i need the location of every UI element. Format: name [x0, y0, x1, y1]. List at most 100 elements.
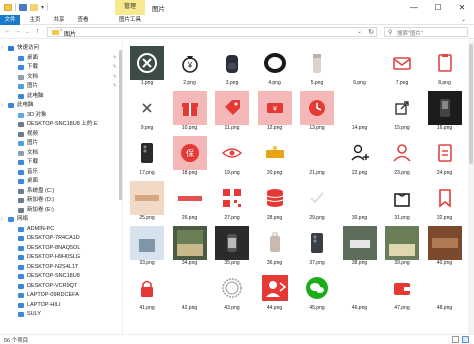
tab-home[interactable]: 主页 [26, 15, 44, 25]
file-item[interactable]: 45.png [296, 269, 338, 313]
up-arrow-icon[interactable]: ↑ [33, 27, 42, 37]
sidebar-item[interactable]: 系统盘 (C:) [0, 187, 122, 196]
file-item[interactable]: 16.png [424, 89, 466, 133]
address-field[interactable]: › 图片 ⌄ ↻ [47, 27, 377, 38]
file-item[interactable]: ¥12.png [254, 89, 296, 133]
file-item[interactable]: 保 18.png [169, 134, 211, 178]
sidebar-item[interactable]: DESKTOP-8NAQ5OL [0, 244, 122, 253]
sidebar-item[interactable]: 图片 ✎ [0, 82, 122, 91]
sidebar-item[interactable]: › 此电脑 [0, 101, 122, 110]
file-item[interactable]: 7.png [381, 44, 423, 88]
manage-contextual-tab[interactable]: 管理 [115, 0, 145, 15]
sidebar-item[interactable]: LAPTOP-HILI [0, 301, 122, 310]
sidebar-item[interactable]: 下载 [0, 158, 122, 167]
breadcrumb-current[interactable]: 图片 [64, 29, 76, 38]
file-item[interactable]: 9.png [126, 89, 168, 133]
file-item[interactable]: 46.png [339, 269, 381, 313]
file-item[interactable]: 1.png [126, 44, 168, 88]
close-button[interactable]: ✕ [450, 0, 474, 15]
file-item[interactable]: 33.png [126, 224, 168, 268]
file-item[interactable]: 26.png [169, 179, 211, 223]
properties-icon[interactable] [19, 3, 27, 11]
tab-file[interactable]: 文件 [0, 15, 20, 25]
file-item[interactable]: 28.png [254, 179, 296, 223]
file-item[interactable]: 11.png [211, 89, 253, 133]
recent-locations-icon[interactable]: ⌄ [23, 27, 32, 37]
file-item[interactable]: 34.png [169, 224, 211, 268]
file-item[interactable]: 22.png [339, 134, 381, 178]
sidebar-item[interactable]: DESKTOP-VCR9QT [0, 282, 122, 291]
file-item[interactable]: 56.png [424, 314, 466, 334]
file-item[interactable]: 17.png [126, 134, 168, 178]
tab-share[interactable]: 共享 [50, 15, 68, 25]
file-item[interactable]: 24.png [424, 134, 466, 178]
expand-ribbon-icon[interactable]: ⌄ [461, 16, 466, 23]
minimize-button[interactable]: — [402, 0, 426, 15]
sidebar-item[interactable]: 新加卷 (D:) [0, 196, 122, 205]
file-item[interactable]: 54.png [339, 314, 381, 334]
sidebar-item[interactable]: 下载 ✎ [0, 63, 122, 72]
refresh-icon[interactable]: ↻ [368, 28, 374, 37]
sidebar-item[interactable]: LAPTOP-09RDCEFA [0, 291, 122, 300]
file-item[interactable]: 48.png [424, 269, 466, 313]
sidebar-item[interactable]: 文档 ✎ [0, 73, 122, 82]
file-item[interactable]: 30.png [339, 179, 381, 223]
file-item[interactable]: 52.png [254, 314, 296, 334]
file-item[interactable]: 42.png [169, 269, 211, 313]
sidebar-item[interactable]: DESKTOP-H9H0SLG [0, 253, 122, 262]
expand-chevron-icon[interactable]: › [1, 44, 3, 53]
file-item[interactable]: 47.png [381, 269, 423, 313]
customize-toolbar-icon[interactable]: ▾ [41, 4, 44, 11]
file-item[interactable]: 15.png [381, 89, 423, 133]
sidebar-item[interactable]: DESKTOP-7R4CA1D [0, 234, 122, 243]
file-item[interactable]: 51.png [211, 314, 253, 334]
expand-chevron-icon[interactable]: › [1, 215, 3, 224]
sidebar-item[interactable]: 新加卷 (E:) [0, 206, 122, 215]
file-item[interactable]: 29.png [296, 179, 338, 223]
file-item[interactable]: 4.png [254, 44, 296, 88]
file-item[interactable]: 35.png [211, 224, 253, 268]
tab-picture-tools[interactable]: 图片工具 [115, 15, 145, 25]
file-item[interactable]: 21.png [296, 134, 338, 178]
file-item[interactable]: 5.png [296, 44, 338, 88]
file-item[interactable]: 55.png [381, 314, 423, 334]
file-item[interactable]: 39.png [381, 224, 423, 268]
file-item[interactable]: 36.png [254, 224, 296, 268]
sidebar-item[interactable]: 音乐 [0, 168, 122, 177]
file-item[interactable]: 41.png [126, 269, 168, 313]
file-item[interactable]: 6.png [339, 44, 381, 88]
file-item[interactable]: 23.png [381, 134, 423, 178]
sidebar-item[interactable]: 图片 [0, 139, 122, 148]
file-item[interactable]: 38.png [339, 224, 381, 268]
file-item[interactable]: 40.png [424, 224, 466, 268]
sidebar-item[interactable]: 桌面 ✎ [0, 54, 122, 63]
tab-view[interactable]: 查看 [74, 15, 92, 25]
sidebar-item[interactable]: 桌面 [0, 177, 122, 186]
breadcrumb-chevron-icon[interactable]: › [60, 28, 62, 34]
file-item[interactable]: ¥2.png [169, 44, 211, 88]
forward-arrow-icon[interactable]: → [13, 27, 22, 37]
large-icons-view-icon[interactable] [462, 336, 469, 343]
file-item[interactable]: 31.png [381, 179, 423, 223]
sidebar-scrollbar[interactable] [119, 50, 122, 200]
expand-chevron-icon[interactable]: › [1, 101, 3, 110]
file-item[interactable]: 43.png [211, 269, 253, 313]
file-item[interactable]: 13.png [296, 89, 338, 133]
sidebar-item[interactable]: 3D 对象 [0, 111, 122, 120]
sidebar-item[interactable]: 文档 [0, 149, 122, 158]
sidebar-item[interactable]: 视频 [0, 130, 122, 139]
file-item[interactable]: 8.png [424, 44, 466, 88]
file-item[interactable]: 50.png [169, 314, 211, 334]
content-scrollbar-thumb[interactable] [469, 44, 473, 164]
details-view-icon[interactable] [452, 336, 459, 343]
file-item[interactable]: 27.png [211, 179, 253, 223]
sidebar-item[interactable]: 此电脑 [0, 92, 122, 101]
file-item[interactable]: 10.png [169, 89, 211, 133]
sidebar-item[interactable]: › 快速访问 [0, 44, 122, 53]
file-item[interactable]: 19.png [211, 134, 253, 178]
file-item[interactable]: 44.png [254, 269, 296, 313]
sidebar-item[interactable]: › 网络 [0, 215, 122, 224]
file-item[interactable]: 25.png [126, 179, 168, 223]
sidebar-item[interactable]: DESKTOP-N2S4L1T [0, 263, 122, 272]
file-item[interactable]: 32.png [424, 179, 466, 223]
